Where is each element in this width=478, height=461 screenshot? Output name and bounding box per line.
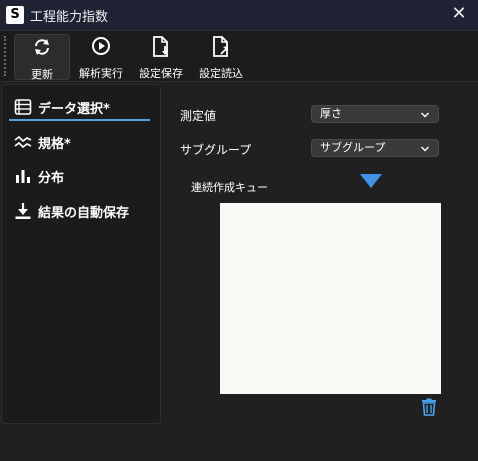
window-title: 工程能力指数 bbox=[30, 10, 109, 25]
measure-select-value: 厚さ bbox=[320, 107, 342, 120]
nav-item-data-selection[interactable]: データ選択* bbox=[10, 95, 150, 119]
file-download-icon bbox=[151, 36, 171, 62]
measure-select[interactable]: 厚さ bbox=[311, 105, 439, 123]
subgroup-select-value: サブグループ bbox=[320, 141, 386, 154]
load-settings-button-label: 設定読込 bbox=[199, 67, 243, 80]
close-button[interactable]: ✕ bbox=[450, 3, 468, 24]
refresh-icon bbox=[32, 37, 52, 61]
nav-item-spec-label: 規格* bbox=[38, 137, 71, 152]
nav-item-distribution[interactable]: 分布 bbox=[10, 164, 150, 188]
save-settings-button-label: 設定保存 bbox=[139, 67, 183, 80]
list-icon bbox=[14, 98, 32, 116]
chevron-down-icon bbox=[420, 143, 430, 159]
subgroup-label: サブグループ bbox=[180, 143, 252, 157]
chevron-down-icon bbox=[420, 109, 430, 125]
nav-item-data-selection-label: データ選択* bbox=[38, 102, 110, 117]
nav-item-auto-save[interactable]: 結果の自動保存 bbox=[10, 199, 150, 223]
nav-item-distribution-label: 分布 bbox=[38, 171, 65, 186]
toolbar-grip-handle[interactable] bbox=[4, 36, 8, 76]
wave-icon bbox=[14, 133, 32, 151]
bar-chart-icon bbox=[14, 167, 32, 185]
refresh-button-label: 更新 bbox=[31, 68, 53, 81]
title-bar: S 工程能力指数 ✕ bbox=[0, 0, 478, 31]
status-bar bbox=[0, 424, 478, 461]
queue-label: 連続作成キュー bbox=[191, 181, 268, 194]
add-to-queue-arrow-icon[interactable] bbox=[359, 173, 383, 193]
download-icon bbox=[14, 202, 32, 220]
subgroup-select[interactable]: サブグループ bbox=[311, 139, 439, 157]
measure-label: 測定値 bbox=[180, 109, 217, 123]
trash-icon[interactable] bbox=[421, 398, 437, 420]
save-settings-button[interactable]: 設定保存 bbox=[136, 34, 186, 80]
run-analysis-button[interactable]: 解析実行 bbox=[76, 34, 126, 80]
nav-item-auto-save-label: 結果の自動保存 bbox=[38, 206, 130, 221]
play-icon bbox=[91, 36, 111, 60]
nav-item-spec[interactable]: 規格* bbox=[10, 130, 150, 154]
refresh-button[interactable]: 更新 bbox=[14, 34, 70, 81]
nav-selection-indicator bbox=[9, 119, 150, 121]
file-upload-icon bbox=[211, 36, 231, 62]
queue-list[interactable] bbox=[220, 203, 441, 394]
load-settings-button[interactable]: 設定読込 bbox=[196, 34, 246, 80]
app-icon: S bbox=[6, 6, 24, 24]
run-analysis-button-label: 解析実行 bbox=[79, 67, 123, 80]
